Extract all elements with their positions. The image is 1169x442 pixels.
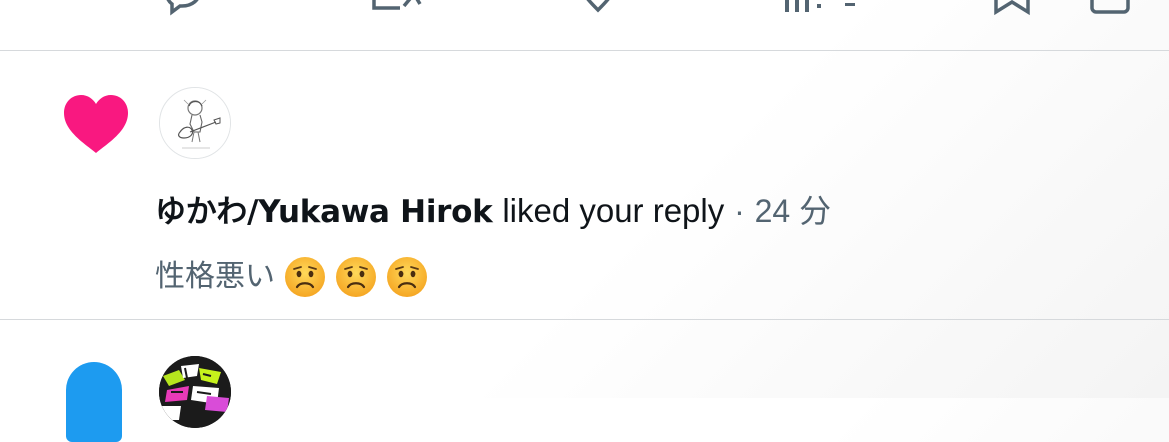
timestamp: 24 分 [754, 193, 832, 229]
reply-text: 性格悪い [155, 259, 275, 294]
worried-face-emoji [284, 256, 326, 298]
notification-like[interactable]: ゆかわ/Yukawa Hirok liked your reply · 24 分… [0, 51, 1169, 319]
notification-text: ゆかわ/Yukawa Hirok liked your reply · 24 分 [155, 189, 831, 234]
person-icon [66, 362, 122, 442]
action-text: liked your reply [502, 192, 725, 229]
bookmark-icon[interactable] [990, 0, 1034, 16]
worried-face-emoji [335, 256, 377, 298]
avatar[interactable] [159, 87, 231, 159]
actor-name[interactable]: ゆかわ/Yukawa Hirok [155, 194, 493, 230]
tweet-action-bar [0, 0, 1169, 50]
reply-preview[interactable]: 性格悪い [155, 253, 428, 301]
reply-icon[interactable] [160, 0, 204, 16]
notification-next[interactable] [0, 320, 1169, 442]
avatar[interactable] [159, 356, 231, 428]
separator: · [734, 193, 745, 229]
like-icon[interactable] [576, 0, 620, 14]
share-icon[interactable] [1088, 0, 1132, 14]
heart-icon [62, 93, 130, 155]
views-icon[interactable] [783, 0, 863, 14]
worried-face-emoji [386, 256, 428, 298]
retweet-icon[interactable] [370, 0, 424, 14]
